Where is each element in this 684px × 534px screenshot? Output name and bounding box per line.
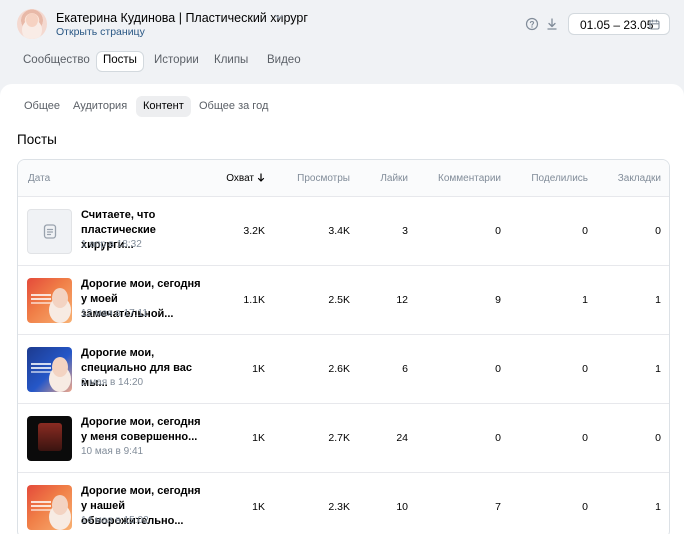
document-placeholder-icon xyxy=(43,224,57,239)
cell-views: 2.6K xyxy=(328,363,350,375)
open-page-link[interactable]: Открыть страницу xyxy=(56,26,145,38)
cell-views: 2.3K xyxy=(328,501,350,513)
post-date: 1 апр в 18:32 xyxy=(81,239,142,250)
column-reach-label: Охват xyxy=(226,173,254,184)
cell-views: 2.5K xyxy=(328,294,350,306)
post-date: 10 мая в 9:41 xyxy=(81,446,144,457)
post-thumbnail xyxy=(27,347,72,392)
chevron-down-icon[interactable] xyxy=(274,12,284,22)
calendar-icon xyxy=(649,19,660,30)
sort-down-icon xyxy=(257,173,265,182)
post-thumbnail xyxy=(27,278,72,323)
help-icon[interactable] xyxy=(525,17,539,31)
cell-comments: 0 xyxy=(495,363,501,375)
column-date[interactable]: Дата xyxy=(28,173,50,184)
avatar[interactable] xyxy=(17,9,47,39)
cell-shares: 0 xyxy=(582,225,588,237)
cell-likes: 12 xyxy=(396,294,408,306)
cell-reach: 1K xyxy=(252,432,265,444)
cell-likes: 6 xyxy=(402,363,408,375)
post-thumbnail xyxy=(27,209,72,254)
post-thumbnail xyxy=(27,416,72,461)
cell-views: 3.4K xyxy=(328,225,350,237)
subtab-yearly[interactable]: Общее за год xyxy=(192,96,275,117)
cell-reach: 1.1K xyxy=(243,294,265,306)
cell-reach: 1K xyxy=(252,501,265,513)
date-range-value: 01.05 – 23.05 xyxy=(580,18,654,32)
tab-stories[interactable]: Истории xyxy=(148,51,205,72)
post-date: 12 мая в 17:11 xyxy=(81,308,148,319)
column-bookmarks[interactable]: Закладки xyxy=(618,173,661,184)
column-reach[interactable]: Охват xyxy=(226,173,265,184)
cell-reach: 3.2K xyxy=(243,225,265,237)
cell-likes: 3 xyxy=(402,225,408,237)
cell-reach: 1K xyxy=(252,363,265,375)
tab-clips[interactable]: Клипы xyxy=(208,51,254,72)
subtab-content[interactable]: Контент xyxy=(136,96,191,117)
page-header: Екатерина Кудинова | Пластический хирург… xyxy=(0,0,684,84)
table-header: Дата Охват Просмотры Лайки Комментарии П… xyxy=(18,160,669,197)
subtab-general[interactable]: Общее xyxy=(17,96,67,117)
cell-bookmarks: 0 xyxy=(655,225,661,237)
column-views[interactable]: Просмотры xyxy=(297,173,350,184)
cell-bookmarks: 1 xyxy=(655,501,661,513)
cell-shares: 1 xyxy=(582,294,588,306)
download-icon[interactable] xyxy=(545,17,559,31)
cell-comments: 7 xyxy=(495,501,501,513)
cell-comments: 0 xyxy=(495,432,501,444)
cell-views: 2.7K xyxy=(328,432,350,444)
table-row[interactable]: Дорогие мои, сегодня у меня совершенно..… xyxy=(18,404,669,473)
section-title: Посты xyxy=(17,132,57,147)
cell-likes: 24 xyxy=(396,432,408,444)
cell-shares: 0 xyxy=(582,501,588,513)
cell-comments: 0 xyxy=(495,225,501,237)
table-row[interactable]: Дорогие мои, сегодня у моей замечательно… xyxy=(18,266,669,335)
posts-table: Дата Охват Просмотры Лайки Комментарии П… xyxy=(17,159,670,534)
date-range-picker[interactable]: 01.05 – 23.05 xyxy=(568,13,670,35)
page-name[interactable]: Екатерина Кудинова | Пластический хирург xyxy=(56,11,308,25)
table-row[interactable]: Дорогие мои, специально для вас мы... 2 … xyxy=(18,335,669,404)
column-likes[interactable]: Лайки xyxy=(380,173,408,184)
post-date: 14 мая в 15:02 xyxy=(81,515,149,526)
post-thumbnail xyxy=(27,485,72,530)
cell-bookmarks: 1 xyxy=(655,363,661,375)
column-shares[interactable]: Поделились xyxy=(531,173,588,184)
tab-video[interactable]: Видео xyxy=(261,51,307,72)
cell-comments: 9 xyxy=(495,294,501,306)
table-row[interactable]: Считаете, что пластические хирурги... 1 … xyxy=(18,197,669,266)
subtab-audience[interactable]: Аудитория xyxy=(66,96,134,117)
tab-community[interactable]: Сообщество xyxy=(17,51,96,72)
post-title[interactable]: Дорогие мои, сегодня у меня совершенно..… xyxy=(81,415,209,445)
table-row[interactable]: Дорогие мои, сегодня у нашей обворожител… xyxy=(18,473,669,534)
cell-shares: 0 xyxy=(582,363,588,375)
tab-posts[interactable]: Посты xyxy=(96,51,144,72)
cell-bookmarks: 1 xyxy=(655,294,661,306)
post-date: 2 мая в 14:20 xyxy=(81,377,144,388)
cell-shares: 0 xyxy=(582,432,588,444)
column-comments[interactable]: Комментарии xyxy=(438,173,501,184)
cell-bookmarks: 0 xyxy=(655,432,661,444)
cell-likes: 10 xyxy=(396,501,408,513)
